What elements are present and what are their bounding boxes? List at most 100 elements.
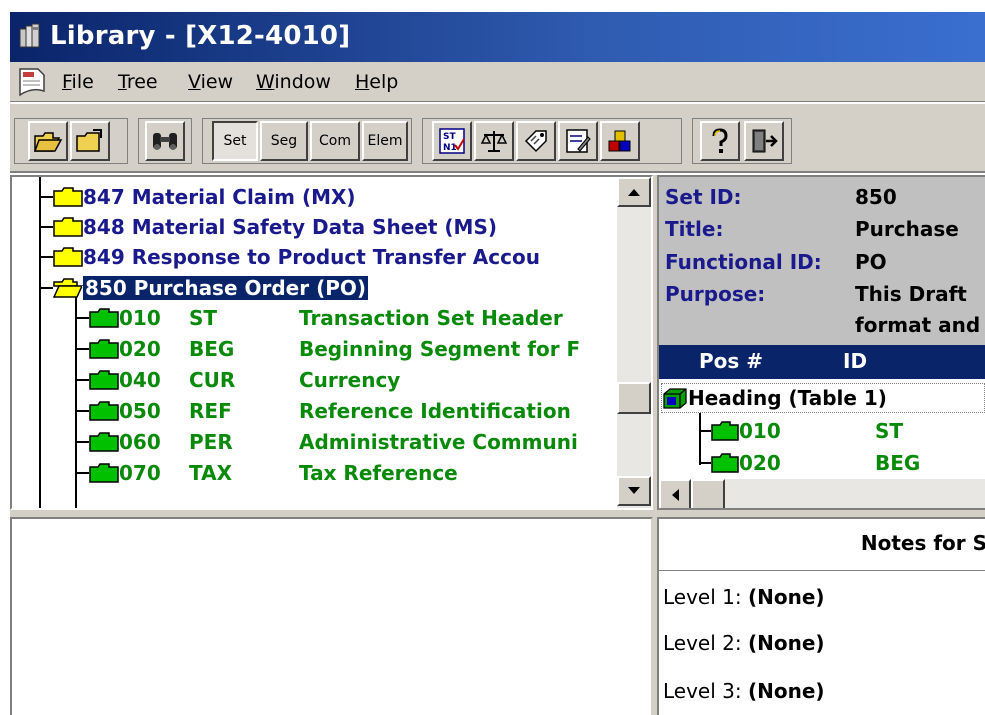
- segment-pos: 040: [119, 368, 161, 392]
- tree-item-849[interactable]: 849 Response to Product Transfer Accou: [39, 242, 540, 272]
- table-cube-icon: [663, 388, 687, 409]
- purpose-value: This Draft: [855, 282, 967, 306]
- id-column-header[interactable]: ID: [843, 349, 867, 373]
- arrow-down-icon: [628, 487, 640, 494]
- segment-row-beg[interactable]: 020 BEG Beginning Segment for F: [75, 334, 580, 364]
- segment-name: Transaction Set Header: [299, 306, 563, 330]
- find-button[interactable]: [145, 121, 185, 161]
- notes-title: Notes for S: [860, 531, 985, 555]
- document-icon[interactable]: [18, 67, 46, 97]
- menu-bar: File Tree View Window Help: [10, 62, 985, 102]
- green-folder-icon: [711, 453, 739, 473]
- com-toggle-button[interactable]: Com: [310, 121, 360, 161]
- tree-item-label: 850 Purchase Order (PO): [81, 275, 370, 301]
- set-header-info: Set ID: 850 Title: Purchase Functional I…: [659, 177, 985, 345]
- folder-icon: [53, 217, 83, 237]
- elem-toggle-label: Elem: [367, 133, 403, 149]
- build-button[interactable]: [600, 121, 640, 161]
- tree-vertical-scrollbar[interactable]: [617, 177, 651, 508]
- tree-branch: [75, 410, 89, 412]
- notes-panel: Notes for S Level 1: (None) Level 2: (No…: [657, 517, 985, 715]
- tree-branch: [699, 430, 711, 432]
- segment-name: Beginning Segment for F: [299, 337, 581, 361]
- library-app-icon: [19, 23, 40, 48]
- grid-id: BEG: [875, 451, 921, 475]
- tree-branch: [75, 348, 89, 350]
- menu-help[interactable]: Help: [355, 71, 398, 93]
- tree-branch: [39, 256, 53, 258]
- open-button[interactable]: [28, 121, 68, 161]
- horizontal-scroll-thumb[interactable]: [691, 479, 725, 508]
- folder-icon: [53, 187, 83, 207]
- notes-level-label: Level 2:: [663, 631, 742, 655]
- help-icon: [712, 128, 728, 153]
- close-folder-button[interactable]: [70, 121, 110, 161]
- tree-branch: [75, 472, 89, 474]
- tree-item-850-selected[interactable]: 850 Purchase Order (PO): [39, 273, 370, 303]
- green-folder-icon: [89, 339, 119, 359]
- segment-pos: 070: [119, 461, 161, 485]
- tree-item-847[interactable]: 847 Material Claim (MX): [39, 182, 356, 212]
- set-id-label: Set ID:: [665, 185, 742, 209]
- heading-table-row[interactable]: Heading (Table 1): [661, 383, 985, 413]
- tag-button[interactable]: [516, 121, 556, 161]
- segment-id: CUR: [189, 368, 236, 392]
- compare-button[interactable]: [474, 121, 514, 161]
- set-id-value: 850: [855, 185, 897, 209]
- detail-panel[interactable]: [10, 517, 653, 715]
- segment-row-st[interactable]: 010 ST Transaction Set Header: [75, 303, 563, 333]
- notes-level-value: (None): [747, 585, 825, 609]
- scroll-thumb[interactable]: [617, 382, 651, 414]
- grid-row-beg[interactable]: 020 BEG: [699, 449, 920, 477]
- grid-id: ST: [875, 419, 904, 443]
- st-n1-button[interactable]: ST N1: [432, 121, 472, 161]
- functional-id-label: Functional ID:: [665, 250, 822, 274]
- notes-level-1: Level 1: (None): [663, 585, 825, 609]
- edit-button[interactable]: [558, 121, 598, 161]
- open-folder-icon: [53, 278, 83, 298]
- exit-button[interactable]: [744, 121, 784, 161]
- green-folder-icon: [89, 401, 119, 421]
- segment-pos: 010: [119, 306, 161, 330]
- horizontal-splitter[interactable]: [10, 510, 985, 517]
- menu-file[interactable]: File: [62, 71, 94, 93]
- tree-item-848[interactable]: 848 Material Safety Data Sheet (MS): [39, 212, 497, 242]
- notes-header: Notes for S: [659, 519, 985, 571]
- segment-row-ref[interactable]: 050 REF Reference Identification: [75, 396, 571, 426]
- functional-id-value: PO: [855, 250, 887, 274]
- grid-row-st[interactable]: 010 ST: [699, 417, 903, 445]
- menu-window[interactable]: Window: [256, 71, 331, 93]
- menu-view[interactable]: View: [188, 71, 233, 93]
- scroll-left-button[interactable]: [659, 479, 691, 508]
- svg-text:ST: ST: [443, 132, 456, 142]
- help-button[interactable]: [700, 121, 740, 161]
- green-folder-icon: [89, 308, 119, 328]
- segment-pos: 060: [119, 430, 161, 454]
- segment-id: BEG: [189, 337, 235, 361]
- tree-item-label: 849 Response to Product Transfer Accou: [83, 245, 540, 269]
- seg-toggle-button[interactable]: Seg: [260, 121, 308, 161]
- menu-tree[interactable]: Tree: [118, 71, 158, 93]
- segment-id: ST: [189, 306, 218, 330]
- tree-branch: [39, 196, 53, 198]
- segment-row-per[interactable]: 060 PER Administrative Communi: [75, 427, 578, 457]
- pos-column-header[interactable]: Pos #: [699, 349, 763, 373]
- green-folder-icon: [711, 421, 739, 441]
- tree-branch: [39, 226, 53, 228]
- elem-toggle-button[interactable]: Elem: [362, 121, 408, 161]
- scroll-down-button[interactable]: [617, 476, 651, 506]
- toolbar: Set Seg Com Elem ST N1: [10, 103, 985, 173]
- segment-row-cur[interactable]: 040 CUR Currency: [75, 365, 400, 395]
- segment-id: PER: [189, 430, 233, 454]
- scroll-up-button[interactable]: [617, 177, 651, 207]
- title-value: Purchase: [855, 217, 959, 241]
- grid-horizontal-scrollbar[interactable]: [659, 479, 985, 508]
- segment-row-tax[interactable]: 070 TAX Tax Reference: [75, 458, 458, 488]
- seg-toggle-label: Seg: [270, 133, 298, 149]
- st-n1-icon: ST N1: [439, 128, 465, 154]
- set-toggle-label: Set: [223, 133, 247, 149]
- transaction-tree-panel[interactable]: 847 Material Claim (MX) 848 Material Saf…: [10, 175, 653, 510]
- segment-pos: 020: [119, 337, 161, 361]
- set-toggle-button[interactable]: Set: [212, 121, 258, 161]
- notes-level-value: (None): [747, 631, 825, 655]
